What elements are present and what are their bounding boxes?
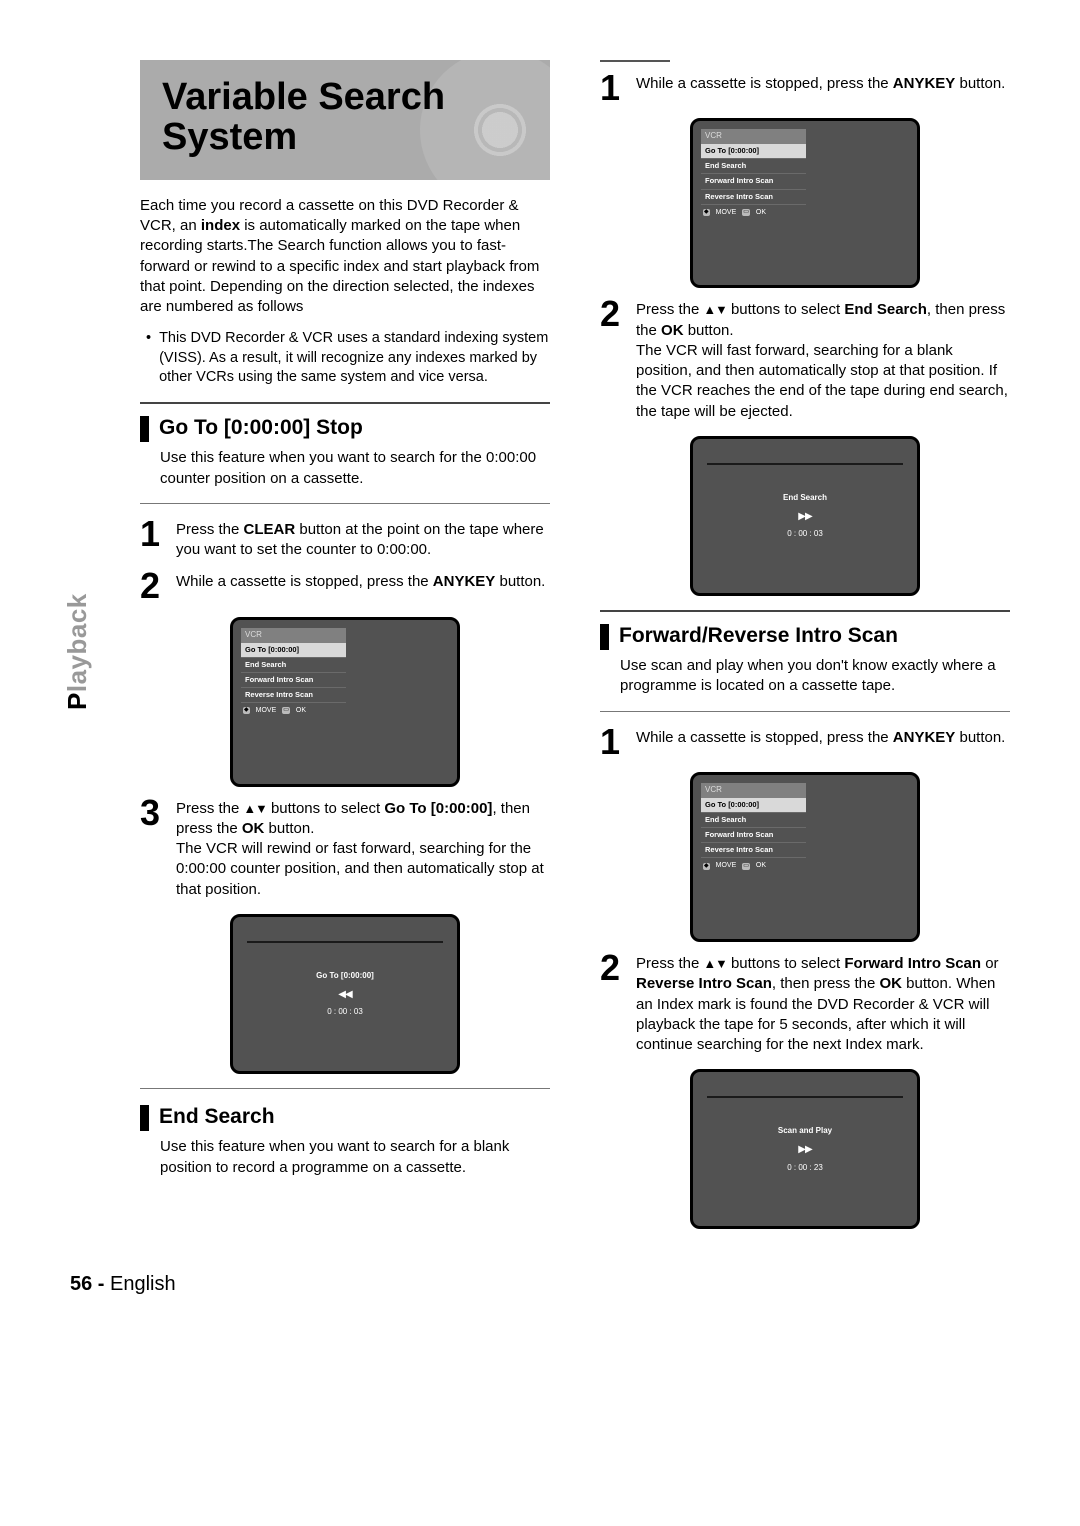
introscan-step-2: 2 Press the buttons to select Forward In…: [600, 952, 1010, 1055]
section-endsearch-title: End Search: [159, 1103, 275, 1131]
osd-menu-footer: ◆MOVE ▭OK: [701, 205, 806, 217]
osd-menu-item: Reverse Intro Scan: [701, 843, 806, 858]
divider: [140, 402, 550, 404]
endsearch-step-2: 2 Press the buttons to select End Search…: [600, 298, 1010, 422]
osd-menu-footer: ◆MOVE ▭OK: [701, 858, 806, 870]
osd-status-time: 0 : 00 : 23: [707, 1163, 903, 1174]
step-number: 1: [600, 726, 626, 758]
osd-menu-item: Forward Intro Scan: [701, 828, 806, 843]
rewind-icon: ◀◀: [247, 988, 443, 1002]
section-introscan-title: Forward/Reverse Intro Scan: [619, 622, 898, 650]
section-bar-icon: [140, 416, 149, 442]
osd-menu-item: Forward Intro Scan: [241, 673, 346, 688]
step-number: 2: [600, 952, 626, 984]
step-number: 1: [600, 72, 626, 104]
osd-menu-screen: VCR Go To [0:00:00] End Search Forward I…: [690, 772, 920, 942]
section-goto-desc: Use this feature when you want to search…: [160, 448, 550, 489]
goto-step-2: 2 While a cassette is stopped, press the…: [140, 570, 550, 602]
up-down-icon: [704, 955, 727, 972]
osd-endsearch-screen: End Search ▶▶ 0 : 00 : 03: [690, 436, 920, 596]
osd-menu-item: Go To [0:00:00]: [701, 798, 806, 813]
osd-status-label: Go To [0:00:00]: [247, 971, 443, 982]
page-title: Variable Search System: [162, 78, 528, 158]
osd-menu-item: End Search: [701, 159, 806, 174]
osd-menu-item: Forward Intro Scan: [701, 174, 806, 189]
osd-menu-item: End Search: [701, 813, 806, 828]
step-number: 2: [140, 570, 166, 602]
osd-menu-footer: ◆MOVE ▭OK: [241, 703, 346, 715]
section-endsearch-head: End Search: [140, 1103, 550, 1131]
fast-forward-icon: ▶▶: [707, 1143, 903, 1157]
intro-bullet: •This DVD Recorder & VCR uses a standard…: [146, 329, 550, 388]
divider: [140, 503, 550, 504]
osd-menu-screen: VCR Go To [0:00:00] End Search Forward I…: [690, 118, 920, 288]
section-endsearch-desc: Use this feature when you want to search…: [160, 1137, 550, 1178]
fast-forward-icon: ▶▶: [707, 510, 903, 524]
section-introscan-desc: Use scan and play when you don't know ex…: [620, 656, 1010, 697]
section-goto-title: Go To [0:00:00] Stop: [159, 414, 363, 442]
goto-step-1: 1 Press the CLEAR button at the point on…: [140, 518, 550, 561]
right-column: 1 While a cassette is stopped, press the…: [600, 60, 1010, 1239]
introscan-step-1: 1 While a cassette is stopped, press the…: [600, 726, 1010, 758]
osd-menu-item: Reverse Intro Scan: [701, 190, 806, 205]
step-number: 3: [140, 797, 166, 829]
section-introscan-head: Forward/Reverse Intro Scan: [600, 622, 1010, 650]
osd-menu-item: End Search: [241, 658, 346, 673]
section-bar-icon: [600, 624, 609, 650]
osd-menu-header: VCR: [701, 783, 806, 798]
goto-step-3: 3 Press the buttons to select Go To [0:0…: [140, 797, 550, 900]
osd-menu-screen: VCR Go To [0:00:00] End Search Forward I…: [230, 617, 460, 787]
intro-paragraph: Each time you record a cassette on this …: [140, 196, 550, 318]
osd-scan-screen: Scan and Play ▶▶ 0 : 00 : 23: [690, 1069, 920, 1229]
osd-goto-screen: Go To [0:00:00] ◀◀ 0 : 00 : 03: [230, 914, 460, 1074]
section-tab-label: Playback: [60, 593, 95, 710]
left-column: Variable Search System Each time you rec…: [140, 60, 550, 1239]
osd-status-label: End Search: [707, 493, 903, 504]
step-number: 1: [140, 518, 166, 550]
osd-status-label: Scan and Play: [707, 1126, 903, 1137]
divider: [140, 1088, 550, 1089]
up-down-icon: [704, 301, 727, 318]
osd-status-time: 0 : 00 : 03: [707, 529, 903, 540]
step-number: 2: [600, 298, 626, 330]
divider: [600, 711, 1010, 712]
section-goto-head: Go To [0:00:00] Stop: [140, 414, 550, 442]
page-footer: 56 - English: [70, 1271, 1010, 1298]
osd-menu-header: VCR: [701, 129, 806, 144]
osd-menu-item: Go To [0:00:00]: [701, 144, 806, 159]
osd-status-time: 0 : 00 : 03: [247, 1007, 443, 1018]
osd-menu-header: VCR: [241, 628, 346, 643]
page-title-box: Variable Search System: [140, 60, 550, 180]
section-tab: Playback: [70, 60, 100, 1239]
divider: [600, 610, 1010, 612]
osd-menu-item: Reverse Intro Scan: [241, 688, 346, 703]
up-down-icon: [244, 800, 267, 817]
section-bar-icon: [140, 1105, 149, 1131]
osd-menu-item: Go To [0:00:00]: [241, 643, 346, 658]
divider: [600, 60, 670, 62]
endsearch-step-1: 1 While a cassette is stopped, press the…: [600, 72, 1010, 104]
